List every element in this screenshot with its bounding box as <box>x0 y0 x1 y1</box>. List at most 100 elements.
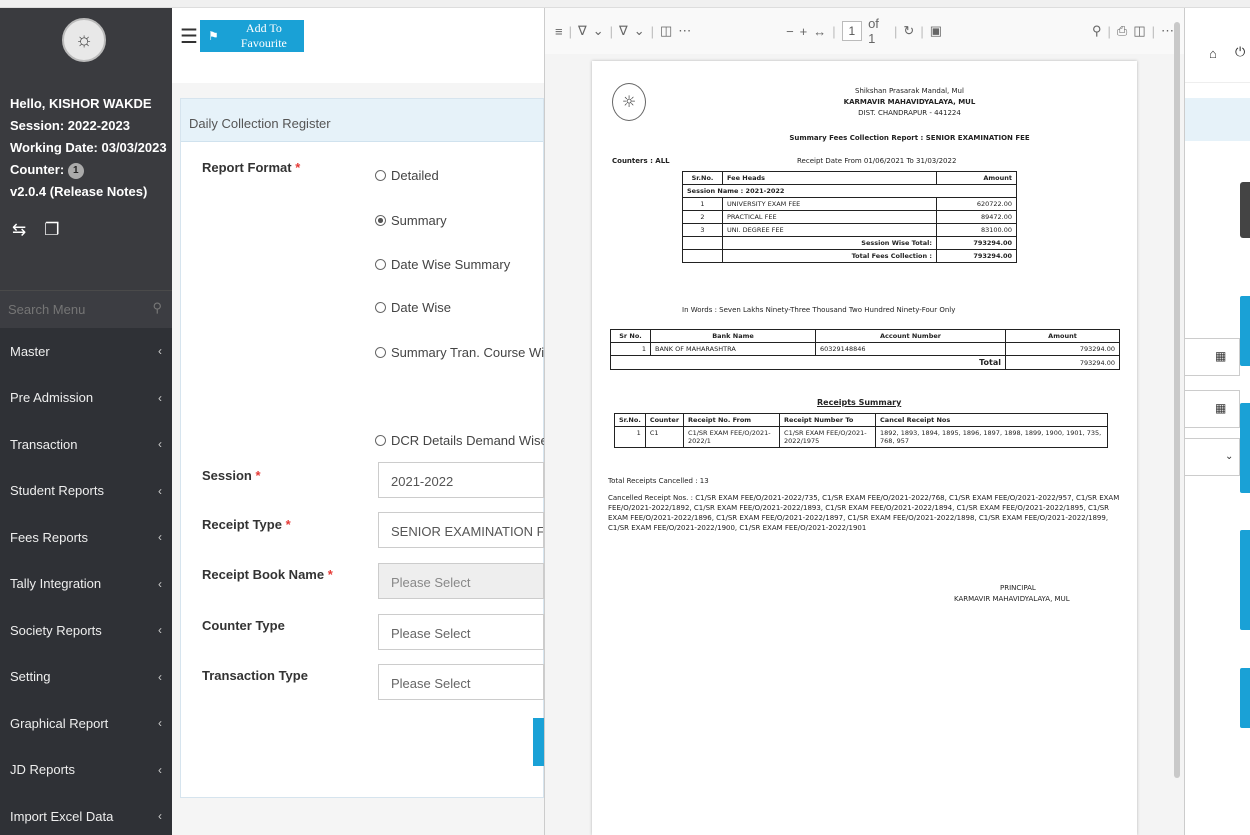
radio-circle <box>375 347 386 358</box>
save-icon[interactable]: ◫ <box>1133 23 1145 39</box>
counter-type-label: Counter Type <box>202 618 285 633</box>
table-header-row: Sr No. Bank Name Account Number Amount <box>610 329 1120 343</box>
zoom-out-icon[interactable]: − <box>786 24 794 39</box>
report-title: Summary Fees Collection Report : SENIOR … <box>789 134 1030 142</box>
rotate-icon[interactable]: ↻ <box>903 23 914 39</box>
radio-circle-selected <box>375 215 386 226</box>
amount-in-words: In Words : Seven Lakhs Ninety-Three Thou… <box>682 306 956 314</box>
pdf-toolbar: ≡ | ∇ ⌄ | ∇ ⌄ | ◫ ⋯ − + ↔ | 1 of 1 | ↻ |… <box>545 8 1184 54</box>
receipt-book-label: Receipt Book Name * <box>202 567 333 582</box>
receipt-book-select[interactable]: Please Select <box>378 563 544 599</box>
to-date-input[interactable] <box>1185 390 1240 428</box>
sidebar-item-setting[interactable]: Setting ‹ <box>0 654 172 701</box>
radio-date-wise[interactable]: Date Wise <box>375 300 451 315</box>
page-number-input[interactable]: 1 <box>841 21 863 41</box>
table-row: 1 UNIVERSITY EXAM FEE 620722.00 <box>682 197 1017 211</box>
sidebar-item-label: Graphical Report <box>10 715 109 731</box>
home-icon[interactable]: ⌂ <box>1209 46 1217 61</box>
chevron-left-icon: ‹ <box>158 530 162 545</box>
signatory: PRINCIPAL <box>1000 584 1036 592</box>
radio-circle <box>375 170 386 181</box>
side-tab[interactable] <box>1240 403 1250 493</box>
college-name: KARMAVIR MAHAVIDYALAYA, MUL <box>843 98 976 106</box>
search-menu-input[interactable] <box>0 291 140 327</box>
radio-dcr-details-demand-wise[interactable]: DCR Details Demand Wise <box>375 433 548 448</box>
sidebar-item-label: Society Reports <box>10 622 102 638</box>
sidebar-item-master[interactable]: Master ‹ <box>0 328 172 375</box>
radio-summary[interactable]: Summary <box>375 213 447 228</box>
more-icon[interactable]: ⋯ <box>678 23 691 39</box>
receipt-type-select[interactable]: SENIOR EXAMINATION FEE <box>378 512 544 548</box>
refresh-icon[interactable]: ⇆ <box>12 220 26 240</box>
sidebar-item-society-reports[interactable]: Society Reports ‹ <box>0 607 172 654</box>
sidebar-item-transaction[interactable]: Transaction ‹ <box>0 421 172 468</box>
radio-circle <box>375 435 386 446</box>
table-row: 1 BANK OF MAHARASHTRA 60329148846 793294.00 <box>610 342 1120 356</box>
radio-circle <box>375 302 386 313</box>
session-info: Session: 2022-2023 <box>10 118 130 133</box>
receipts-summary-table: Sr.No. Counter Receipt No. From Receipt … <box>614 413 1108 448</box>
chevron-left-icon: ‹ <box>158 716 162 731</box>
session-select[interactable]: 2021-2022 <box>378 462 544 498</box>
calendar-icon[interactable]: ▦ <box>1215 401 1226 415</box>
chevron-down-icon[interactable]: ⌄ <box>634 23 645 39</box>
search-icon[interactable]: ⚲ <box>1092 23 1102 39</box>
sidebar-item-label: Master <box>10 343 50 359</box>
side-tab[interactable] <box>1240 530 1250 630</box>
receipt-date: Receipt Date From 01/06/2021 To 31/03/20… <box>797 157 957 165</box>
radio-detailed[interactable]: Detailed <box>375 168 439 183</box>
more-icon[interactable]: ⋯ <box>1161 23 1174 39</box>
pdf-scrollbar[interactable] <box>1174 22 1180 778</box>
chevron-down-icon[interactable]: ⌄ <box>593 23 604 39</box>
from-date-input[interactable] <box>1185 338 1240 376</box>
main-page-right-edge: ⌂ ⏻ ▦ ▦ ⌄ <box>1185 8 1250 835</box>
sidebar-item-tally-integration[interactable]: Tally Integration ‹ <box>0 561 172 608</box>
sidebar-item-fees-reports[interactable]: Fees Reports ‹ <box>0 514 172 561</box>
fit-icon[interactable]: ↔ <box>813 24 826 39</box>
sidebar-item-label: Setting <box>10 669 51 685</box>
table-row: 3 UNI. DEGREE FEE 83100.00 <box>682 223 1017 237</box>
calendar-icon[interactable]: ▦ <box>1215 349 1226 363</box>
sidebar-item-label: Pre Admission <box>10 390 94 406</box>
radio-date-wise-summary[interactable]: Date Wise Summary <box>375 257 510 272</box>
sidebar-item-jd-reports[interactable]: JD Reports ‹ <box>0 747 172 794</box>
contents-icon[interactable]: ≡ <box>555 24 563 39</box>
filter-icon[interactable]: ∇ <box>578 23 587 39</box>
sidebar-item-label: JD Reports <box>10 762 76 778</box>
document-icon[interactable]: ❐ <box>44 220 59 240</box>
sidebar-item-label: Student Reports <box>10 483 104 499</box>
counter-type-select[interactable]: Please Select <box>378 614 544 650</box>
receipt-type-label: Receipt Type * <box>202 517 291 532</box>
search-icon[interactable]: ⚲ <box>152 300 162 316</box>
page-view-icon[interactable]: ▣ <box>930 23 942 39</box>
chevron-left-icon: ‹ <box>158 483 162 498</box>
sidebar: ☼ Hello, KISHOR WAKDE Session: 2022-2023… <box>0 8 172 835</box>
sidebar-icons: ⇆ ❐ <box>12 220 60 240</box>
panel-title: Daily Collection Register <box>181 99 543 142</box>
sidebar-item-graphical-report[interactable]: Graphical Report ‹ <box>0 700 172 747</box>
session-label: Session * <box>202 468 261 483</box>
view-icon[interactable]: ◫ <box>660 23 672 39</box>
zoom-in-icon[interactable]: + <box>800 24 808 39</box>
print-icon[interactable]: ⎙ <box>1117 23 1127 39</box>
sidebar-item-label: Tally Integration <box>10 576 102 592</box>
top-bar: ☰ ⚑ Add To Favourite <box>172 8 544 83</box>
sidebar-item-student-reports[interactable]: Student Reports ‹ <box>0 468 172 515</box>
working-date: Working Date: 03/03/2023 <box>10 140 167 155</box>
fee-heads-table: Sr.No. Fee Heads Amount Session Name : 2… <box>682 171 1017 263</box>
side-tab[interactable] <box>1240 668 1250 728</box>
sidebar-item-import-excel-data[interactable]: Import Excel Data ‹ <box>0 793 172 835</box>
chevron-down-icon[interactable]: ⌄ <box>1225 451 1233 462</box>
power-icon[interactable]: ⏻ <box>1235 44 1245 60</box>
sidebar-item-pre-admission[interactable]: Pre Admission ‹ <box>0 375 172 422</box>
add-to-favourite-label: Add To Favourite <box>240 21 287 50</box>
transaction-type-select[interactable]: Please Select <box>378 664 544 700</box>
hamburger-icon[interactable]: ☰ <box>180 24 198 49</box>
draw-icon[interactable]: ∇ <box>619 23 628 39</box>
add-to-favourite-button[interactable]: ⚑ Add To Favourite <box>200 20 304 52</box>
radio-summary-tran-course-wise[interactable]: Summary Tran. Course Wise <box>375 345 558 360</box>
side-tab-dark[interactable] <box>1240 182 1250 238</box>
chevron-left-icon: ‹ <box>158 390 162 405</box>
side-tab[interactable] <box>1240 296 1250 366</box>
release-notes-link[interactable]: v2.0.4 (Release Notes) <box>10 181 167 203</box>
